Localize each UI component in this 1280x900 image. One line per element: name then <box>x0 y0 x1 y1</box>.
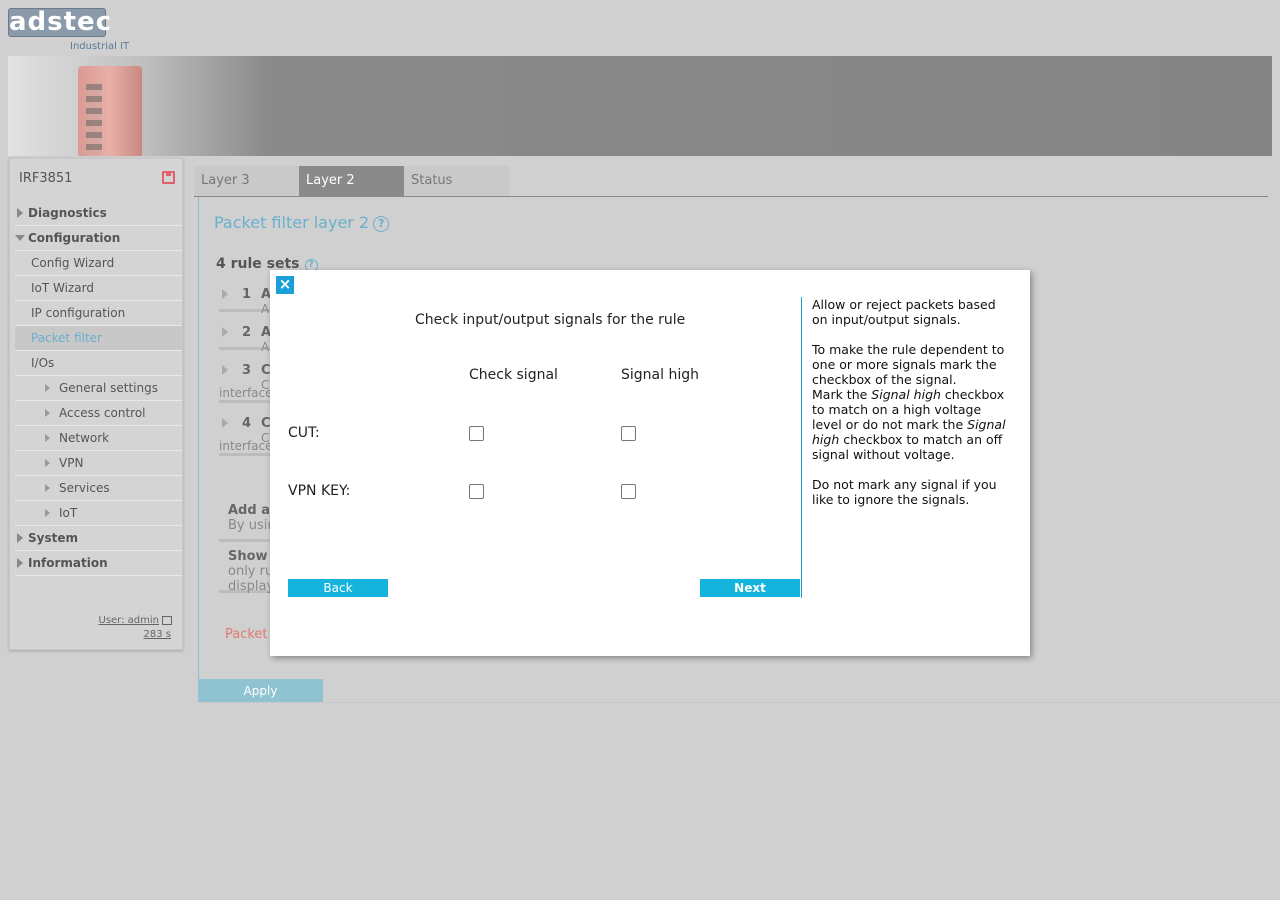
vpn-key-check-signal-checkbox[interactable] <box>469 484 484 499</box>
logo-subtitle: Industrial IT <box>70 41 130 52</box>
tab-layer-2[interactable]: Layer 2 <box>299 166 404 196</box>
sidebar-item-information[interactable]: Information <box>15 551 182 576</box>
tab-bar: Layer 3 Layer 2 Status <box>194 166 509 196</box>
expand-icon[interactable] <box>222 418 228 428</box>
help-paragraph-1: Allow or reject packets based on input/o… <box>812 297 996 327</box>
triangle-right-icon <box>45 434 50 442</box>
session-timer[interactable]: 283 s <box>144 629 171 640</box>
help-paragraph-3: Mark the Signal high checkbox to match o… <box>812 387 1006 462</box>
sidebar-item-system[interactable]: System <box>15 526 182 551</box>
column-check-signal: Check signal <box>469 367 558 383</box>
sidebar-item-ip-configuration[interactable]: IP configuration <box>15 301 182 326</box>
user-link[interactable]: User: admin <box>99 615 172 626</box>
device-image <box>78 66 142 156</box>
signal-label-vpn-key: VPN KEY: <box>288 483 351 499</box>
tab-layer-3[interactable]: Layer 3 <box>194 166 299 196</box>
logout-icon[interactable] <box>162 615 172 625</box>
column-signal-high: Signal high <box>621 367 699 383</box>
cut-check-signal-checkbox[interactable] <box>469 426 484 441</box>
expand-icon[interactable] <box>222 365 228 375</box>
logo-mark: adstec <box>8 7 113 37</box>
apply-button[interactable]: Apply <box>198 679 323 703</box>
triangle-right-icon <box>45 484 50 492</box>
header-banner <box>8 56 1272 156</box>
sidebar-item-iot-wizard[interactable]: IoT Wizard <box>15 276 182 301</box>
sidebar-item-iot[interactable]: IoT <box>15 501 182 526</box>
sidebar-item-services[interactable]: Services <box>15 476 182 501</box>
content-bottom-line <box>194 702 1280 703</box>
back-button[interactable]: Back <box>288 579 388 597</box>
packet-filter-warning: Packet <box>225 627 268 642</box>
triangle-right-icon <box>45 459 50 467</box>
dialog-divider <box>801 297 802 598</box>
device-name: IRF3851 <box>19 171 73 186</box>
content-border <box>198 197 199 680</box>
tab-status[interactable]: Status <box>404 166 509 196</box>
page-title: Packet filter layer 2? <box>214 213 390 232</box>
signal-label-cut: CUT: <box>288 425 320 441</box>
save-icon[interactable] <box>162 171 175 184</box>
cut-signal-high-checkbox[interactable] <box>621 426 636 441</box>
sidebar-item-general-settings[interactable]: General settings <box>15 376 182 401</box>
dialog-heading: Check input/output signals for the rule <box>415 312 686 328</box>
triangle-right-icon <box>45 384 50 392</box>
sidebar-item-configuration[interactable]: Configuration <box>15 226 182 251</box>
help-panel: Allow or reject packets based on input/o… <box>812 297 1012 522</box>
triangle-right-icon <box>45 409 50 417</box>
next-button[interactable]: Next <box>700 579 800 597</box>
help-paragraph-4: Do not mark any signal if you like to ig… <box>812 477 997 507</box>
sidebar-item-packet-filter[interactable]: Packet filter <box>15 326 182 351</box>
help-icon[interactable]: ? <box>373 216 390 232</box>
triangle-right-icon <box>17 558 23 568</box>
triangle-right-icon <box>17 533 23 543</box>
close-icon[interactable]: × <box>276 276 294 294</box>
triangle-right-icon <box>17 208 23 218</box>
sidebar-item-network[interactable]: Network <box>15 426 182 451</box>
sidebar-item-ios[interactable]: I/Os <box>15 351 182 376</box>
vpn-key-signal-high-checkbox[interactable] <box>621 484 636 499</box>
sidebar-item-access-control[interactable]: Access control <box>15 401 182 426</box>
tab-divider <box>194 196 1268 197</box>
sidebar-item-config-wizard[interactable]: Config Wizard <box>15 251 182 276</box>
adstec-logo: adstec Industrial IT <box>8 8 138 54</box>
sidebar-nav: Diagnostics Configuration Config Wizard … <box>15 201 182 576</box>
expand-icon[interactable] <box>222 289 228 299</box>
triangle-right-icon <box>45 509 50 517</box>
expand-icon[interactable] <box>222 327 228 337</box>
sidebar-item-diagnostics[interactable]: Diagnostics <box>15 201 182 226</box>
sidebar-item-vpn[interactable]: VPN <box>15 451 182 476</box>
signal-dialog: × Check input/output signals for the rul… <box>270 270 1030 656</box>
help-paragraph-2: To make the rule dependent to one or mor… <box>812 342 1005 387</box>
triangle-down-icon <box>15 235 25 241</box>
sidebar: IRF3851 Diagnostics Configuration Config… <box>9 158 183 650</box>
